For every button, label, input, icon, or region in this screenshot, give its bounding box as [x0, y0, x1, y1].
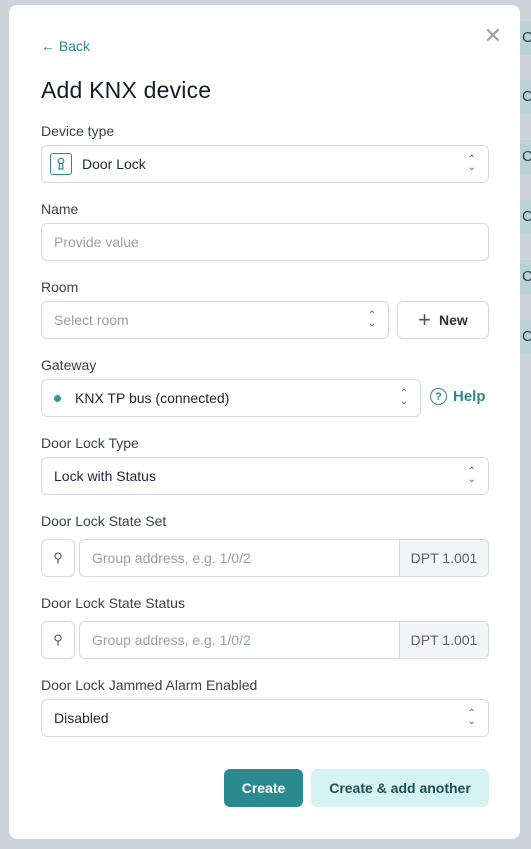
search-icon[interactable]: ⚲	[41, 621, 75, 659]
device-type-value: Door Lock	[82, 156, 146, 172]
door-lock-type-label: Door Lock Type	[41, 435, 139, 451]
jammed-select[interactable]: Disabled ⌃ ⌄	[41, 699, 489, 737]
state-set-input[interactable]: Group address, e.g. 1/0/2	[79, 539, 399, 577]
close-icon[interactable]: ✕	[484, 23, 502, 49]
state-set-label: Door Lock State Set	[41, 513, 167, 529]
name-input[interactable]: Provide value	[41, 223, 489, 261]
add-device-modal: ✕ ← Back Add KNX device Device type Door…	[9, 5, 520, 839]
help-label: Help	[453, 388, 486, 405]
keyhole-icon	[50, 153, 72, 175]
chevron-updown-icon: ⌃ ⌄	[399, 388, 408, 407]
plus-icon: +	[418, 307, 432, 332]
chevron-updown-icon: ⌃ ⌄	[367, 310, 376, 329]
background-cell: C	[520, 140, 531, 174]
device-type-label: Device type	[41, 123, 115, 139]
state-set-placeholder: Group address, e.g. 1/0/2	[92, 550, 251, 566]
chevron-updown-icon: ⌃ ⌄	[467, 466, 476, 485]
gateway-label: Gateway	[41, 357, 97, 373]
state-status-label: Door Lock State Status	[41, 595, 185, 611]
dpt-badge: DPT 1.001	[399, 621, 489, 659]
help-circle-icon: ?	[430, 388, 447, 405]
background-cell: C	[520, 80, 531, 114]
state-status-address: ⚲ Group address, e.g. 1/0/2 DPT 1.001	[41, 621, 489, 659]
chevron-updown-icon: ⌃ ⌄	[467, 154, 476, 173]
state-set-address: ⚲ Group address, e.g. 1/0/2 DPT 1.001	[41, 539, 489, 577]
status-dot-icon	[54, 394, 61, 402]
room-placeholder: Select room	[54, 312, 129, 328]
background-cell: C	[520, 200, 531, 234]
room-label: Room	[41, 279, 79, 295]
gateway-value: KNX TP bus (connected)	[75, 390, 230, 406]
back-link[interactable]: ← Back	[41, 38, 90, 54]
name-label: Name	[41, 201, 79, 217]
background-cell: C	[520, 320, 531, 354]
create-button[interactable]: Create	[224, 769, 303, 807]
device-type-select[interactable]: Door Lock ⌃ ⌄	[41, 145, 489, 183]
new-room-label: New	[439, 312, 468, 328]
jammed-label: Door Lock Jammed Alarm Enabled	[41, 677, 258, 693]
state-status-input[interactable]: Group address, e.g. 1/0/2	[79, 621, 399, 659]
create-add-another-button[interactable]: Create & add another	[311, 769, 489, 807]
door-lock-type-select[interactable]: Lock with Status ⌃ ⌄	[41, 457, 489, 495]
dpt-badge: DPT 1.001	[399, 539, 489, 577]
jammed-value: Disabled	[54, 710, 109, 726]
help-link[interactable]: ? Help	[430, 388, 486, 405]
state-status-placeholder: Group address, e.g. 1/0/2	[92, 632, 251, 648]
new-room-button[interactable]: + New	[397, 301, 489, 339]
door-lock-type-value: Lock with Status	[54, 468, 156, 484]
room-select[interactable]: Select room ⌃ ⌄	[41, 301, 389, 339]
page-title: Add KNX device	[41, 77, 212, 103]
background-cell: C	[520, 260, 531, 294]
search-icon[interactable]: ⚲	[41, 539, 75, 577]
name-placeholder: Provide value	[54, 234, 139, 250]
background-cell: C	[520, 21, 531, 55]
chevron-updown-icon: ⌃ ⌄	[467, 708, 476, 727]
gateway-select[interactable]: KNX TP bus (connected) ⌃ ⌄	[41, 379, 421, 417]
